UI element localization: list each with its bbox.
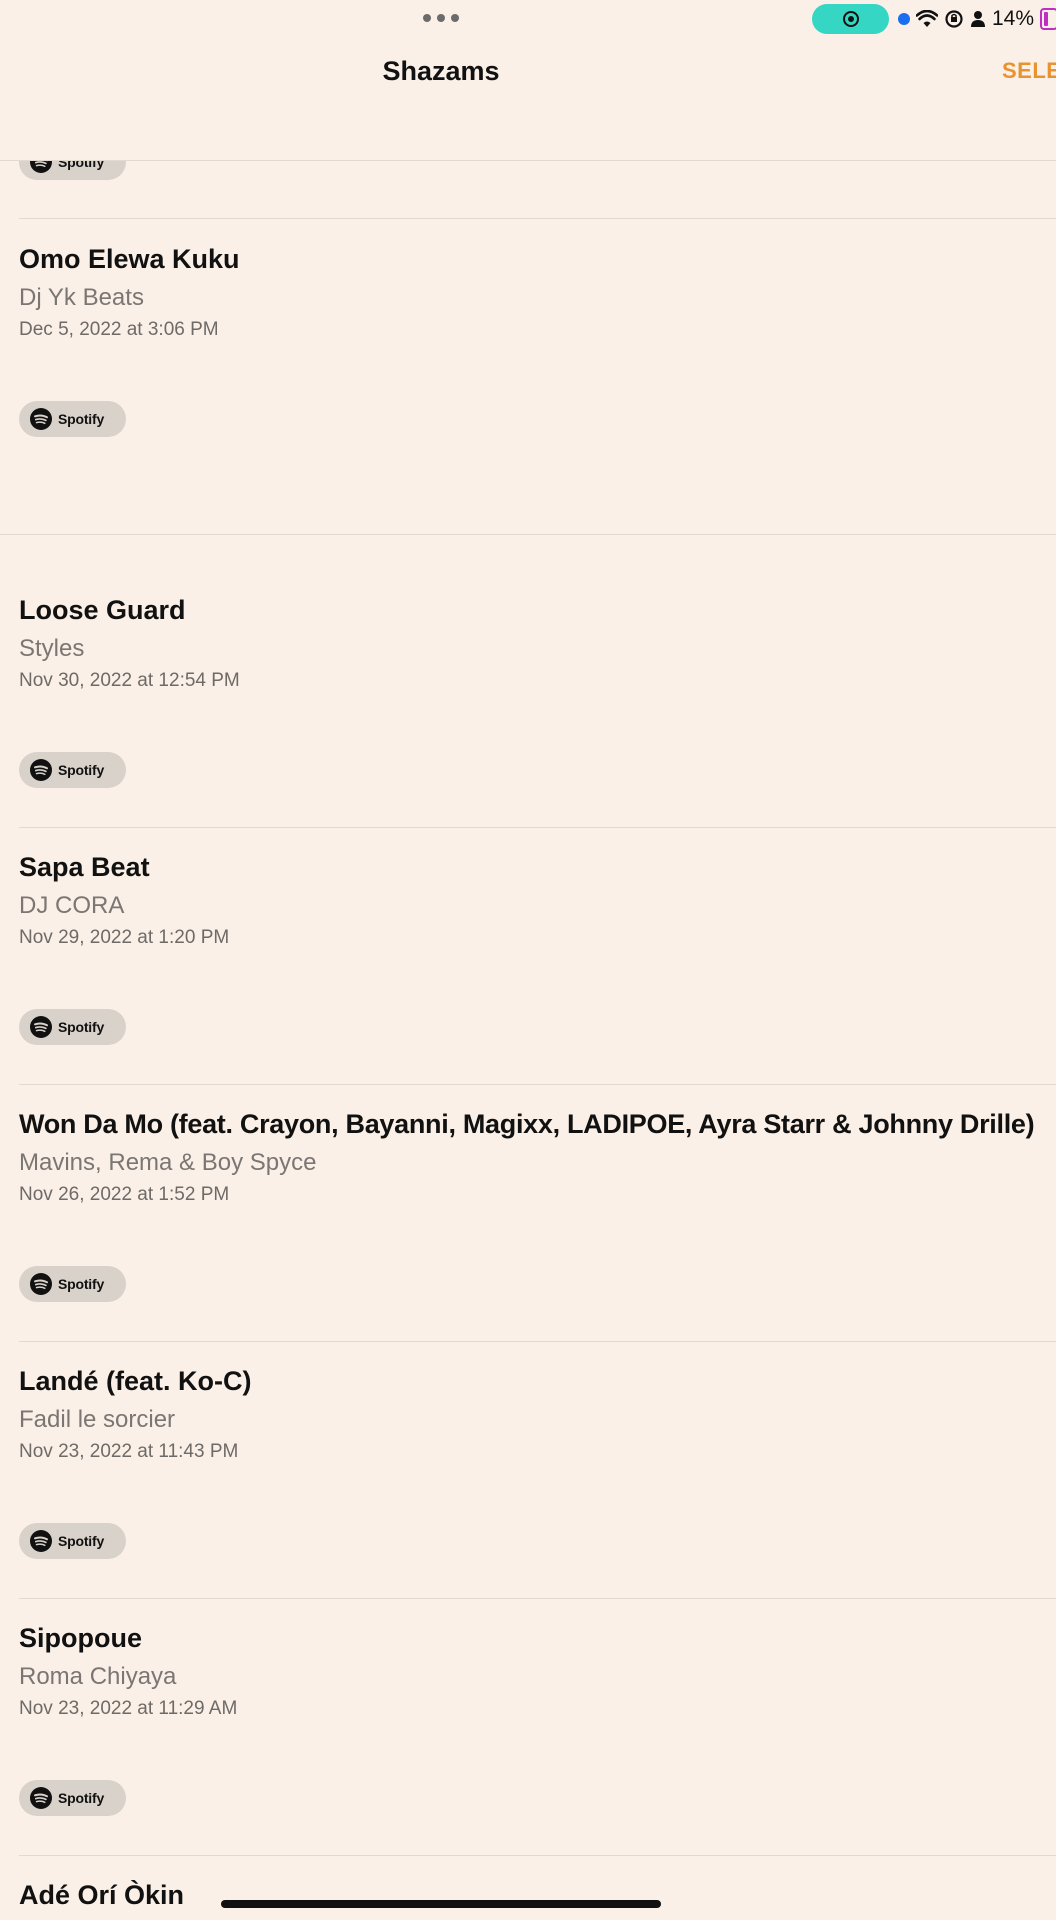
spotify-label: Spotify xyxy=(58,1533,105,1549)
navigation-bar: Shazams SELECT xyxy=(0,40,1056,161)
spotify-button[interactable]: Spotify xyxy=(19,1009,126,1045)
spotify-button[interactable]: Spotify xyxy=(19,401,126,437)
list-divider xyxy=(19,1341,1056,1342)
song-artist: Fadil le sorcier xyxy=(19,1406,176,1433)
song-date: Nov 30, 2022 at 12:54 PM xyxy=(19,670,240,691)
song-date: Nov 23, 2022 at 11:29 AM xyxy=(19,1698,238,1719)
song-title: Sipopoue xyxy=(19,1623,142,1653)
home-indicator[interactable] xyxy=(221,1900,661,1908)
song-title: Sapa Beat xyxy=(19,852,150,882)
list-divider xyxy=(19,1598,1056,1599)
spotify-label: Spotify xyxy=(58,1790,105,1806)
spotify-icon xyxy=(30,1016,52,1038)
song-date: Dec 5, 2022 at 3:06 PM xyxy=(19,319,219,340)
song-title: Adé Orí Òkin xyxy=(19,1880,185,1910)
spotify-icon xyxy=(30,1787,52,1809)
song-title: Omo Elewa Kuku xyxy=(19,244,240,274)
song-artist: Dj Yk Beats xyxy=(19,284,144,311)
list-divider xyxy=(19,1084,1056,1085)
song-date: Nov 23, 2022 at 11:43 PM xyxy=(19,1441,239,1462)
spotify-button[interactable]: Spotify xyxy=(19,1523,126,1559)
select-button[interactable]: SELECT xyxy=(1002,58,1056,84)
spotify-icon xyxy=(30,1273,52,1295)
status-bar-overlay xyxy=(0,0,1056,40)
spotify-button[interactable]: Spotify xyxy=(19,1266,126,1302)
spotify-button[interactable]: Spotify xyxy=(19,1780,126,1816)
spotify-label: Spotify xyxy=(58,411,105,427)
song-artist: DJ CORA xyxy=(19,892,125,919)
spotify-label: Spotify xyxy=(58,1276,105,1292)
song-title: Loose Guard xyxy=(19,595,186,625)
song-title: Won Da Mo (feat. Crayon, Bayanni, Magixx… xyxy=(19,1109,1035,1139)
spotify-label: Spotify xyxy=(58,762,105,778)
spotify-icon xyxy=(30,759,52,781)
song-date: Nov 29, 2022 at 1:20 PM xyxy=(19,927,230,948)
spotify-label: Spotify xyxy=(58,1019,105,1035)
spotify-icon xyxy=(30,1530,52,1552)
list-divider xyxy=(19,827,1056,828)
song-artist: Styles xyxy=(19,635,85,662)
list-divider xyxy=(19,1855,1056,1856)
section-divider xyxy=(0,534,1056,535)
spotify-button[interactable]: Spotify xyxy=(19,752,126,788)
song-artist: Mavins, Rema & Boy Spyce xyxy=(19,1149,317,1176)
page-title: Shazams xyxy=(382,56,500,86)
song-artist: Roma Chiyaya xyxy=(19,1663,177,1690)
song-date: Nov 26, 2022 at 1:52 PM xyxy=(19,1184,230,1205)
list-divider xyxy=(19,218,1056,219)
spotify-icon xyxy=(30,408,52,430)
song-title: Landé (feat. Ko-C) xyxy=(19,1366,252,1396)
